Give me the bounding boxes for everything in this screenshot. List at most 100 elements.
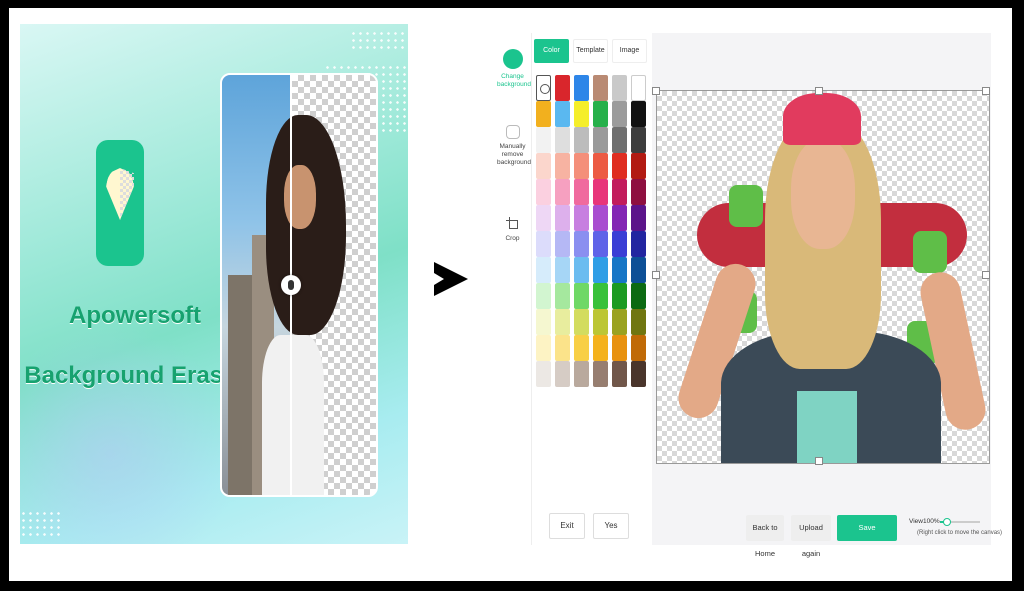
color-swatch[interactable] — [574, 101, 589, 127]
comparison-handle[interactable] — [281, 275, 301, 295]
color-swatch[interactable] — [536, 335, 551, 361]
color-swatch[interactable] — [555, 231, 570, 257]
color-swatch[interactable] — [574, 179, 589, 205]
color-swatch[interactable] — [612, 101, 627, 127]
color-swatch[interactable] — [593, 205, 608, 231]
color-swatch[interactable] — [536, 309, 551, 335]
image-canvas[interactable] — [656, 90, 990, 464]
tab-template[interactable]: Template — [573, 39, 608, 63]
color-swatch[interactable] — [631, 309, 646, 335]
color-swatch[interactable] — [574, 153, 589, 179]
color-swatch[interactable] — [555, 309, 570, 335]
resize-handle[interactable] — [652, 271, 660, 279]
color-swatch[interactable] — [612, 309, 627, 335]
color-swatch[interactable] — [612, 231, 627, 257]
color-swatch[interactable] — [631, 127, 646, 153]
zoom-slider-knob[interactable] — [943, 518, 951, 526]
color-swatch[interactable] — [574, 205, 589, 231]
exit-button[interactable]: Exit — [549, 513, 585, 539]
color-swatch[interactable] — [574, 127, 589, 153]
color-swatch[interactable] — [555, 205, 570, 231]
tool-crop[interactable]: Crop — [497, 217, 528, 243]
decor-dots-bottom — [20, 510, 60, 540]
color-swatch[interactable] — [555, 361, 570, 387]
color-swatch[interactable] — [593, 179, 608, 205]
color-swatch[interactable] — [593, 309, 608, 335]
color-swatch[interactable] — [612, 361, 627, 387]
color-swatch[interactable] — [612, 283, 627, 309]
color-swatch[interactable] — [574, 283, 589, 309]
tab-color[interactable]: Color — [534, 39, 569, 63]
crop-icon — [505, 217, 520, 231]
color-swatch[interactable] — [612, 335, 627, 361]
color-swatch[interactable] — [536, 361, 551, 387]
beanie — [783, 93, 861, 145]
color-swatch[interactable] — [612, 179, 627, 205]
color-swatch[interactable] — [593, 127, 608, 153]
color-swatch[interactable] — [631, 335, 646, 361]
color-swatch[interactable] — [536, 153, 551, 179]
color-swatch[interactable] — [593, 153, 608, 179]
color-swatch[interactable] — [612, 257, 627, 283]
color-swatch[interactable] — [612, 205, 627, 231]
color-swatch[interactable] — [536, 101, 551, 127]
color-swatch[interactable] — [536, 283, 551, 309]
color-swatch[interactable] — [555, 101, 570, 127]
resize-handle[interactable] — [652, 87, 660, 95]
color-swatch[interactable] — [593, 231, 608, 257]
before-after-photo — [220, 73, 378, 497]
teal-shirt — [797, 391, 857, 463]
color-swatch[interactable] — [631, 283, 646, 309]
zoom-slider[interactable] — [940, 518, 980, 526]
color-swatch[interactable] — [593, 101, 608, 127]
color-swatch[interactable] — [612, 75, 627, 101]
color-swatch[interactable] — [555, 257, 570, 283]
back-to-home-button[interactable]: Back to Home — [746, 515, 784, 558]
color-swatch[interactable] — [555, 283, 570, 309]
color-swatch[interactable] — [593, 257, 608, 283]
color-swatch[interactable] — [574, 309, 589, 335]
color-swatch[interactable] — [593, 335, 608, 361]
color-swatch[interactable] — [631, 361, 646, 387]
yes-button[interactable]: Yes — [593, 513, 629, 539]
color-swatch[interactable] — [593, 361, 608, 387]
save-button[interactable]: Save — [837, 515, 897, 541]
tool-label: Change background — [497, 73, 531, 88]
color-swatch[interactable] — [612, 127, 627, 153]
tool-manual-remove[interactable]: Manually remove background — [497, 125, 531, 167]
color-swatch[interactable] — [612, 153, 627, 179]
resize-handle[interactable] — [982, 271, 990, 279]
resize-handle[interactable] — [815, 87, 823, 95]
no-color-swatch[interactable] — [536, 75, 551, 101]
color-swatch[interactable] — [574, 335, 589, 361]
color-swatch[interactable] — [631, 101, 646, 127]
color-swatch[interactable] — [631, 75, 646, 101]
color-swatch[interactable] — [631, 231, 646, 257]
color-swatch[interactable] — [574, 75, 589, 101]
color-swatch[interactable] — [574, 231, 589, 257]
upload-again-button[interactable]: Upload again — [791, 515, 831, 558]
color-swatch[interactable] — [555, 153, 570, 179]
color-swatch[interactable] — [536, 231, 551, 257]
color-swatch[interactable] — [555, 75, 570, 101]
color-swatch[interactable] — [536, 127, 551, 153]
tool-change-background[interactable]: Change background — [497, 49, 531, 89]
color-swatch[interactable] — [631, 179, 646, 205]
resize-handle[interactable] — [815, 457, 823, 465]
color-swatch[interactable] — [536, 179, 551, 205]
color-swatch[interactable] — [555, 335, 570, 361]
color-swatch[interactable] — [574, 361, 589, 387]
resize-handle[interactable] — [982, 87, 990, 95]
color-swatch[interactable] — [631, 205, 646, 231]
color-swatch[interactable] — [631, 257, 646, 283]
change-background-icon — [502, 49, 523, 69]
color-swatch[interactable] — [574, 257, 589, 283]
color-swatch[interactable] — [536, 205, 551, 231]
color-swatch[interactable] — [555, 127, 570, 153]
color-swatch[interactable] — [593, 75, 608, 101]
color-swatch[interactable] — [555, 179, 570, 205]
tab-image[interactable]: Image — [612, 39, 647, 63]
color-swatch[interactable] — [631, 153, 646, 179]
color-swatch[interactable] — [536, 257, 551, 283]
color-swatch[interactable] — [593, 283, 608, 309]
